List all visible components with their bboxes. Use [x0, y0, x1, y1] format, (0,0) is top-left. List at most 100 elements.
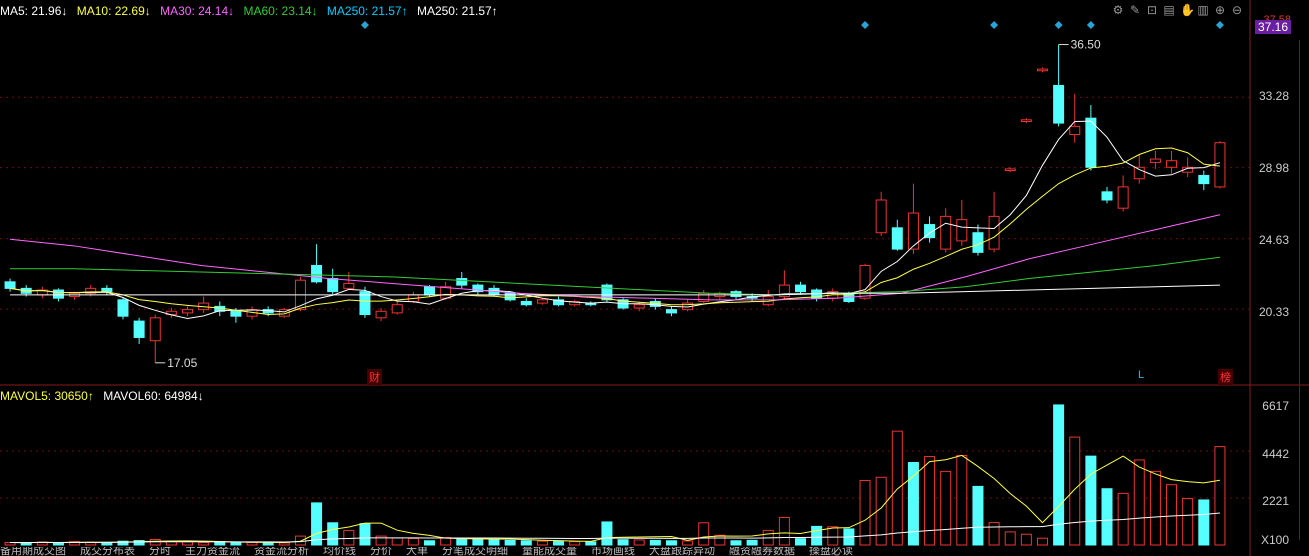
l-tag[interactable]: L: [1136, 369, 1146, 381]
candle-body: [633, 304, 645, 309]
price-tick: 33.28: [1258, 89, 1289, 103]
tab-3[interactable]: 主力资金流: [185, 547, 240, 556]
candle-body: [520, 300, 532, 306]
candle-body: [956, 219, 968, 242]
candle-body: [1053, 84, 1065, 124]
tab-13[interactable]: 操盘必读: [809, 547, 853, 556]
lock-icon[interactable]: ⊡: [1146, 4, 1158, 16]
mavol60-label: MAVOL60: 64984↓: [103, 389, 204, 403]
volume-bar: [649, 539, 661, 546]
ma5-label: MA5: 21.96↓: [0, 4, 68, 18]
candle-body: [1198, 174, 1210, 185]
volume-bar: [504, 539, 516, 546]
candle-body: [182, 309, 194, 314]
volume-bar: [359, 523, 371, 546]
volume-bar: [391, 537, 403, 546]
scrollbar[interactable]: [1299, 40, 1309, 540]
volume-bar: [294, 535, 306, 546]
candle-body: [1020, 119, 1032, 122]
zoom-in-icon[interactable]: ⊕: [1214, 4, 1226, 16]
volume-bar: [1020, 533, 1032, 546]
volume-bar: [327, 522, 339, 546]
volume-bar: [536, 540, 548, 546]
tab-5[interactable]: 均价线: [323, 547, 356, 556]
volume-bar: [1166, 484, 1178, 546]
hand-icon[interactable]: ✋: [1180, 4, 1195, 16]
candle-body: [504, 292, 516, 301]
candle-body: [52, 289, 64, 299]
volume-bar: [956, 455, 968, 546]
volume-bar: [553, 540, 565, 546]
candle-body: [327, 278, 339, 293]
volume-bar: [278, 542, 290, 546]
volume-bar: [617, 539, 629, 546]
volume-bar: [343, 529, 355, 546]
ma30-label: MA30: 24.14↓: [160, 4, 235, 18]
volume-bar: [795, 538, 807, 546]
candle-body: [440, 286, 452, 299]
candle-body: [1101, 191, 1113, 201]
volume-bar: [585, 541, 597, 546]
volume-bar: [778, 516, 790, 546]
candle-body: [101, 287, 113, 293]
chart-toolbar: ⚙ ✎ ⊡ ▤ ✋ ▥ ⊕ ⊖: [1112, 4, 1243, 16]
settings-icon[interactable]: ⚙: [1112, 4, 1124, 16]
candle-body: [1166, 160, 1178, 168]
tab-6[interactable]: 分价: [370, 547, 392, 556]
event-diamond-icon: [861, 21, 870, 29]
volume-bar: [633, 539, 645, 546]
candle-body: [891, 227, 903, 250]
candle-body: [343, 282, 355, 289]
candle-body: [456, 278, 468, 286]
volume-bar: [407, 537, 419, 546]
volume-bar: [746, 539, 758, 546]
price-tick: 20.33: [1258, 305, 1289, 319]
ma250-label-2: MA250: 21.57↑: [416, 4, 498, 18]
stack-icon[interactable]: ▥: [1197, 4, 1209, 16]
candle-body: [391, 304, 403, 314]
candle-body: [1117, 186, 1129, 209]
volume-bar: [569, 541, 581, 546]
candle-body: [230, 310, 242, 317]
tab-4[interactable]: 资金流分析: [254, 547, 309, 556]
ma250-line: [10, 284, 1220, 296]
tab-7[interactable]: 大单: [406, 547, 428, 556]
candle-body: [875, 199, 887, 234]
print-icon[interactable]: ▤: [1163, 4, 1175, 16]
event-diamond-icon: [990, 21, 999, 29]
volume-bar: [1036, 537, 1048, 546]
tab-9[interactable]: 量能成交量: [522, 547, 577, 556]
candle-body: [1133, 166, 1145, 180]
tab-10[interactable]: 市场画线: [591, 547, 635, 556]
tab-8[interactable]: 分笔成交明细: [442, 547, 508, 556]
pen-icon[interactable]: ✎: [1129, 4, 1141, 16]
candle-body: [375, 310, 387, 319]
volume-bar: [182, 541, 194, 546]
ma60-label: MA60: 23.14↓: [243, 4, 318, 18]
volume-bar: [665, 540, 677, 546]
candle-body: [1036, 68, 1048, 72]
zoom-out-icon[interactable]: ⊖: [1231, 4, 1243, 16]
volume-tick: 2221: [1262, 494, 1289, 508]
volume-bar: [924, 456, 936, 546]
volume-legend: MAVOL5: 30650↑ MAVOL60: 64984↓: [0, 389, 210, 403]
volume-bar: [811, 525, 823, 546]
tab-1[interactable]: 成交分布表: [80, 547, 135, 556]
volume-bar: [1149, 470, 1161, 546]
volume-bar: [827, 526, 839, 546]
volume-unit: X100: [1260, 533, 1289, 547]
tab-0[interactable]: 备用期成交图: [0, 547, 66, 556]
candle-body: [940, 215, 952, 250]
mavol5-line: [10, 454, 1221, 544]
tab-2[interactable]: 分时: [149, 547, 171, 556]
ranking-tag[interactable]: 榜: [1218, 369, 1233, 385]
volume-bar: [1069, 436, 1081, 546]
volume-bar: [198, 541, 210, 546]
finance-tag[interactable]: 财: [367, 369, 382, 385]
tab-12[interactable]: 融资融券数据: [729, 547, 795, 556]
candle-body: [149, 317, 161, 342]
kline-chart[interactable]: 36.50 17.05: [0, 0, 1309, 556]
tab-11[interactable]: 大盘跟踪异动: [649, 547, 715, 556]
candle-body: [423, 286, 435, 296]
volume-bar: [1101, 488, 1113, 546]
